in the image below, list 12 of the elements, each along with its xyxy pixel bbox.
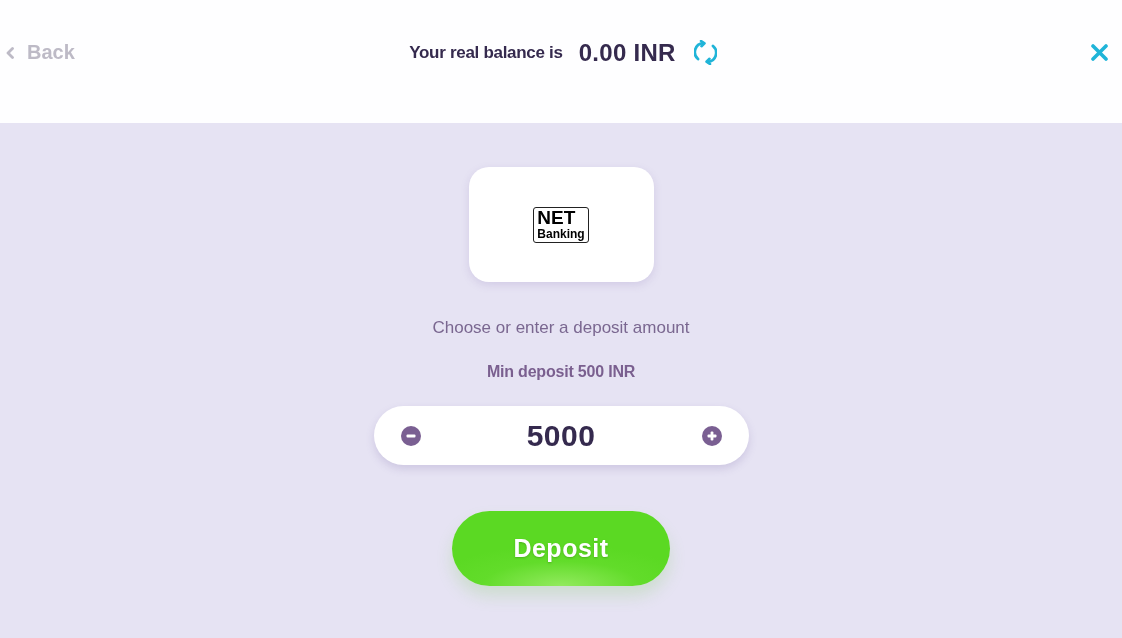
chevron-left-icon bbox=[6, 46, 14, 59]
balance-amount: 0.00 INR bbox=[578, 38, 676, 67]
plus-icon[interactable] bbox=[701, 425, 722, 446]
amount-input[interactable]: 5000 bbox=[491, 418, 631, 453]
logo-text: NET bbox=[537, 208, 576, 227]
minus-icon[interactable] bbox=[400, 425, 421, 446]
deposit-prompt: Choose or enter a deposit amount bbox=[432, 318, 690, 338]
logo-text: Banking bbox=[537, 226, 585, 241]
min-deposit-text: Min deposit 500 INR bbox=[486, 363, 636, 381]
balance-label: Your real balance is bbox=[409, 42, 563, 63]
back-button[interactable]: Back bbox=[4, 37, 77, 68]
deposit-button[interactable]: Deposit bbox=[452, 511, 670, 586]
